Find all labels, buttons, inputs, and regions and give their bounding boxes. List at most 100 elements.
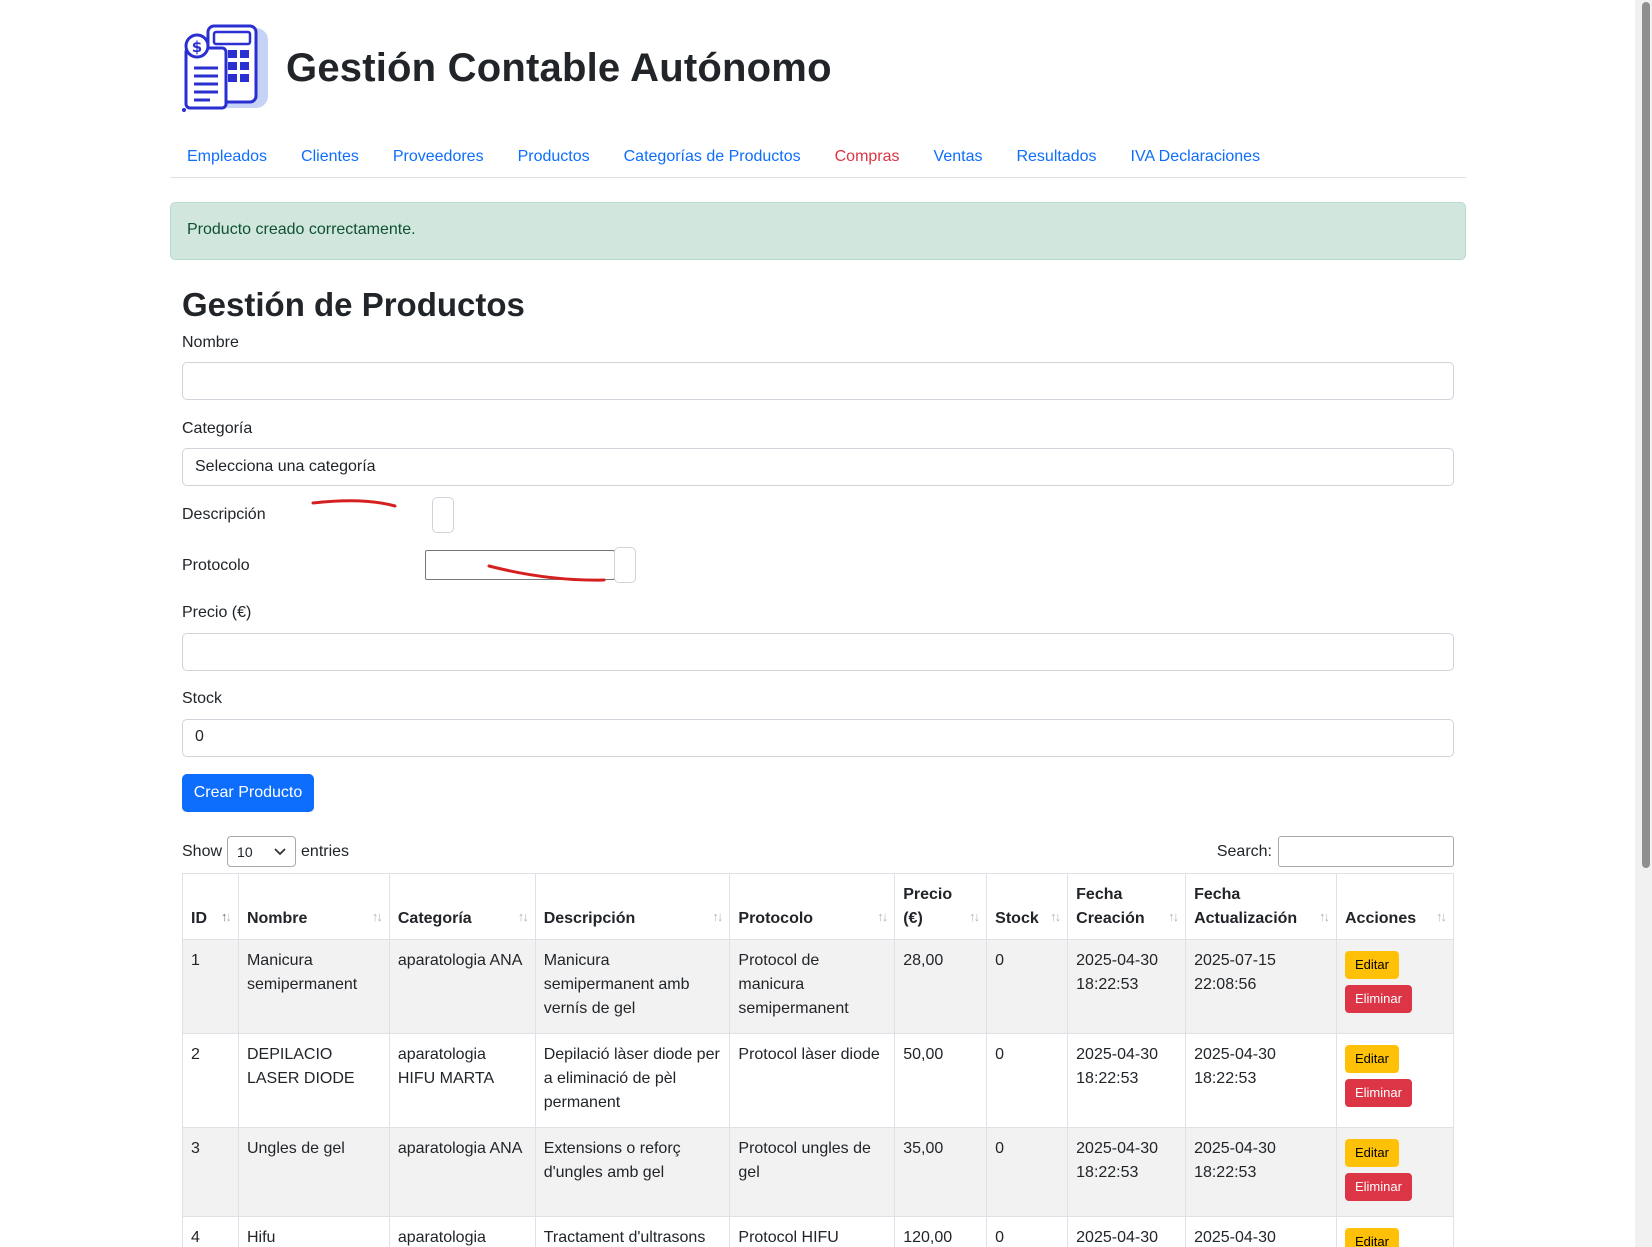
cell-fecha-creacion: 2025-04-30 18:22:53 bbox=[1067, 939, 1187, 1034]
table-row: 2 DEPILACIO LASER DIODE aparatologia HIFU … bbox=[182, 1033, 1455, 1128]
page-size-value: 10 bbox=[237, 843, 253, 860]
page-scrollbar[interactable] bbox=[1635, 0, 1652, 1247]
cell-fecha-creacion: 2025-04-30 18:22:53 bbox=[1067, 1127, 1187, 1217]
cell-acciones: EditarEliminar bbox=[1335, 1216, 1455, 1247]
search-input[interactable] bbox=[1278, 836, 1454, 867]
row-actions: EditarEliminar bbox=[1344, 1226, 1445, 1247]
cell-fecha-actualizacion: 2025-04-30 18:22:53 bbox=[1185, 1033, 1337, 1128]
sort-icon: ↑↓ bbox=[1318, 909, 1330, 924]
cell-descripcion: Extensions o reforç d'ungles amb gel bbox=[534, 1127, 731, 1217]
categoria-label: Categoría bbox=[182, 420, 253, 437]
column-header-fecha-actualizacion[interactable]: Fecha Actualización ↑↓ bbox=[1185, 873, 1337, 940]
nombre-input[interactable] bbox=[182, 362, 1454, 400]
nav-categorias[interactable]: Categorías de Productos bbox=[607, 140, 818, 177]
column-header-nombre[interactable]: Nombre ↑↓ bbox=[237, 873, 390, 940]
nombre-label: Nombre bbox=[182, 334, 239, 351]
sort-icon: ↑↓ bbox=[877, 909, 888, 924]
edit-button[interactable]: Editar bbox=[1344, 1228, 1399, 1247]
header-label: Acciones bbox=[1344, 910, 1417, 927]
crear-producto-button[interactable]: Crear Producto bbox=[182, 774, 314, 812]
table-row: 4Hifuaparatologia LAURATractament d'ultr… bbox=[182, 1216, 1455, 1247]
cell-id: 2 bbox=[182, 1033, 239, 1128]
cell-precio: 28,00 bbox=[894, 939, 988, 1034]
header-label: Stock bbox=[995, 910, 1039, 927]
sort-icon: ↑↓ bbox=[517, 909, 529, 924]
chevron-down-icon bbox=[274, 847, 286, 855]
cell-stock: 0 bbox=[986, 1033, 1069, 1128]
header-label: Protocolo bbox=[738, 910, 814, 927]
protocolo-file-input[interactable] bbox=[425, 550, 615, 580]
cell-stock: 0 bbox=[986, 1127, 1069, 1217]
nav-iva-declaraciones[interactable]: IVA Declaraciones bbox=[1114, 140, 1278, 177]
cell-nombre: Hifu bbox=[237, 1216, 390, 1247]
nav-resultados[interactable]: Resultados bbox=[999, 140, 1113, 177]
cell-categoria: aparatologia LAURA bbox=[388, 1216, 536, 1247]
column-header-acciones[interactable]: Acciones ↑↓ bbox=[1335, 873, 1455, 940]
header-label: Precio (€) bbox=[903, 886, 953, 927]
stock-input[interactable]: 0 bbox=[182, 719, 1454, 757]
header-label: ID bbox=[191, 910, 207, 927]
delete-button[interactable]: Eliminar bbox=[1344, 1079, 1412, 1107]
nav-productos[interactable]: Productos bbox=[501, 140, 607, 177]
scrollbar-thumb[interactable] bbox=[1642, 2, 1650, 868]
sort-icon: ↑↓ bbox=[969, 909, 980, 924]
calculator-logo-icon: $ bbox=[182, 24, 268, 112]
app-header: $ Gestión Contable Autónomo bbox=[180, 22, 832, 114]
precio-input[interactable] bbox=[182, 633, 1454, 671]
cell-protocolo: Protocol làser diode bbox=[729, 1033, 896, 1128]
precio-label: Precio (€) bbox=[182, 604, 252, 621]
cell-id: 4 bbox=[182, 1216, 239, 1247]
datatable-search: Search: bbox=[1217, 836, 1454, 867]
column-header-categoria[interactable]: Categoría ↑↓ bbox=[388, 873, 536, 940]
header-label: Nombre bbox=[246, 910, 308, 927]
edit-button[interactable]: Editar bbox=[1344, 951, 1399, 979]
nav-clientes[interactable]: Clientes bbox=[284, 140, 376, 177]
cell-acciones: Editar Eliminar bbox=[1335, 1127, 1455, 1217]
descripcion-field[interactable] bbox=[432, 497, 454, 533]
page-size-select[interactable]: 10 bbox=[227, 836, 297, 867]
cell-nombre: Ungles de gel bbox=[237, 1127, 390, 1217]
protocolo-field[interactable] bbox=[614, 547, 636, 583]
column-header-fecha-creacion[interactable]: Fecha Creación ↑↓ bbox=[1067, 873, 1187, 940]
table-row: 1 Manicura semipermanent aparatologia ANA M… bbox=[182, 939, 1455, 1034]
main-nav: Empleados Clientes Proveedores Productos… bbox=[170, 140, 1466, 178]
nav-proveedores[interactable]: Proveedores bbox=[376, 140, 501, 177]
search-label: Search: bbox=[1216, 842, 1272, 860]
svg-text:$: $ bbox=[192, 38, 202, 56]
row-actions: Editar Eliminar bbox=[1344, 1137, 1445, 1201]
delete-button[interactable]: Eliminar bbox=[1344, 985, 1412, 1013]
cell-fecha-creacion: 2025-04-30 18:22:53 bbox=[1067, 1033, 1187, 1128]
cell-categoria: aparatologia ANA bbox=[388, 939, 536, 1034]
delete-button[interactable]: Eliminar bbox=[1344, 1173, 1412, 1201]
cell-protocolo: Protocol HIFU bbox=[729, 1216, 896, 1247]
column-header-descripcion[interactable]: Descripción ↑↓ bbox=[534, 873, 731, 940]
cell-precio: 120,00 bbox=[894, 1216, 988, 1247]
sort-icon: ↑↓ bbox=[1436, 909, 1447, 924]
nav-compras[interactable]: Compras bbox=[818, 140, 917, 177]
datatable-length-control: Show 10 entries bbox=[182, 836, 349, 867]
nav-ventas[interactable]: Ventas bbox=[917, 140, 1000, 177]
header-label: Categoría bbox=[397, 910, 472, 927]
products-table: ID ↑↓ Nombre ↑↓ Categoría ↑↓ Descripción ↑↓ … bbox=[182, 873, 1455, 1247]
column-header-id[interactable]: ID ↑↓ bbox=[182, 873, 239, 940]
column-header-stock[interactable]: Stock ↑↓ bbox=[986, 873, 1069, 940]
column-header-precio[interactable]: Precio (€) ↑↓ bbox=[894, 873, 988, 940]
cell-descripcion: Tractament d'ultrasons per a lifting fac… bbox=[534, 1216, 731, 1247]
cell-protocolo: Protocol ungles de gel bbox=[729, 1127, 896, 1217]
row-actions: Editar Eliminar bbox=[1344, 1043, 1445, 1107]
success-alert: Producto creado correctamente. bbox=[170, 202, 1466, 260]
edit-button[interactable]: Editar bbox=[1344, 1045, 1399, 1073]
cell-categoria: aparatologia HIFU MARTA bbox=[388, 1033, 536, 1128]
cell-fecha-actualizacion: 2025-07-15 22:08:56 bbox=[1185, 939, 1337, 1034]
categoria-select[interactable]: Selecciona una categoría bbox=[182, 448, 1454, 486]
annotation-underline-descripcion bbox=[311, 499, 397, 508]
cell-stock: 0 bbox=[986, 939, 1069, 1034]
entries-label: entries bbox=[301, 842, 350, 860]
cell-acciones: Editar Eliminar bbox=[1335, 939, 1455, 1034]
header-label: Fecha Actualización bbox=[1194, 886, 1298, 927]
column-header-protocolo[interactable]: Protocolo ↑↓ bbox=[729, 873, 896, 940]
sort-icon: ↑↓ bbox=[1168, 909, 1179, 924]
nav-empleados[interactable]: Empleados bbox=[170, 140, 284, 177]
edit-button[interactable]: Editar bbox=[1344, 1139, 1399, 1167]
cell-fecha-actualizacion: 2025-04-30 18:22:53 bbox=[1185, 1127, 1337, 1217]
